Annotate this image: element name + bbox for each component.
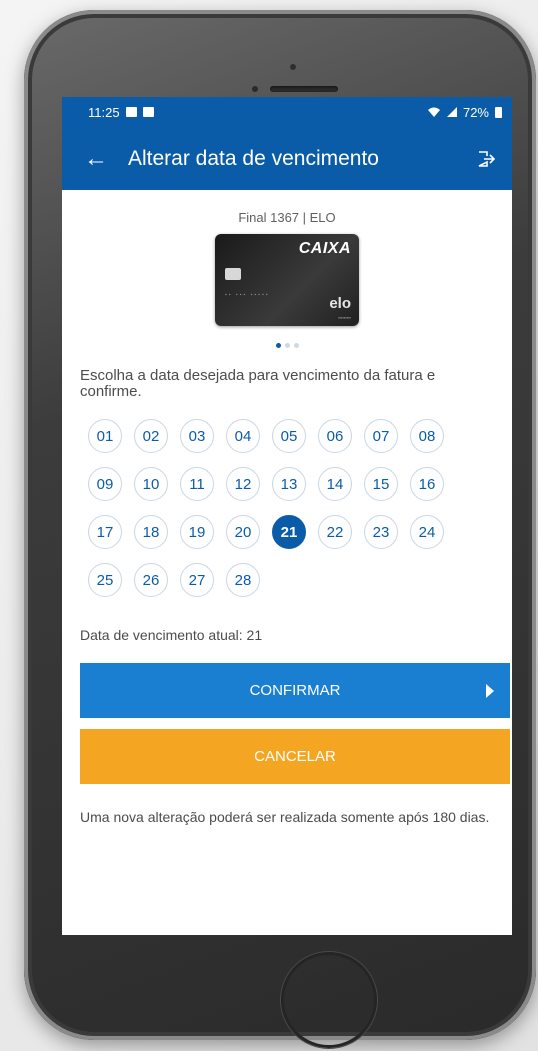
day-option-01[interactable]: 01 — [88, 419, 122, 453]
day-option-22[interactable]: 22 — [318, 515, 352, 549]
day-option-15[interactable]: 15 — [364, 467, 398, 501]
card-fine-print: ▪▪ ▪▪▪ ▪▪▪▪▪ — [225, 292, 270, 298]
day-option-04[interactable]: 04 — [226, 419, 260, 453]
signal-icon — [446, 107, 457, 117]
card-network-sub: ▪▪▪▪▪▪▪▪▪ — [338, 315, 351, 320]
page-title: Alterar data de vencimento — [128, 146, 379, 170]
day-option-21[interactable]: 21 — [272, 515, 306, 549]
chip-icon — [225, 268, 241, 280]
carousel-dots[interactable] — [62, 343, 512, 348]
day-option-11[interactable]: 11 — [180, 467, 214, 501]
logout-icon[interactable] — [476, 149, 496, 169]
battery-percent: 72% — [462, 104, 489, 120]
day-option-16[interactable]: 16 — [410, 467, 444, 501]
wifi-icon — [427, 107, 440, 117]
arrow-left-icon[interactable]: ← — [84, 145, 118, 173]
carousel-dot[interactable] — [293, 343, 299, 348]
day-option-14[interactable]: 14 — [318, 467, 352, 501]
day-option-10[interactable]: 10 — [134, 467, 168, 501]
change-note: Uma nova alteração poderá ser realizada … — [80, 809, 490, 825]
day-picker: 01 02 03 04 05 06 07 08 09 10 11 12 13 14 15 16 17 18 19 20… — [62, 419, 512, 597]
instruction-text: Escolha a data desejada para vencimento … — [80, 367, 436, 400]
current-due-date: Data de vencimento atual: 21 — [80, 627, 263, 643]
front-camera — [290, 64, 296, 70]
day-option-20[interactable]: 20 — [226, 515, 260, 549]
day-option-08[interactable]: 08 — [410, 419, 444, 453]
day-option-24[interactable]: 24 — [410, 515, 444, 549]
day-option-26[interactable]: 26 — [134, 563, 168, 597]
confirm-button-label: CONFIRMAR — [249, 682, 341, 699]
proximity-sensor — [252, 86, 258, 92]
cancel-button-label: CANCELAR — [254, 748, 336, 765]
app-bar: ← Alterar data de vencimento — [62, 127, 512, 190]
notification-icon — [125, 107, 137, 117]
day-option-12[interactable]: 12 — [226, 467, 260, 501]
carousel-dot[interactable] — [275, 343, 281, 348]
day-option-06[interactable]: 06 — [318, 419, 352, 453]
day-option-28[interactable]: 28 — [226, 563, 260, 597]
app-screen: 11:25 72% ← Alterar data de vencimento F… — [62, 97, 512, 935]
card-network-logo: elo — [329, 295, 351, 312]
notification-icon-2 — [142, 107, 154, 117]
day-option-13[interactable]: 13 — [272, 467, 306, 501]
cancel-button[interactable]: CANCELAR — [80, 729, 510, 784]
day-option-09[interactable]: 09 — [88, 467, 122, 501]
carousel-dot[interactable] — [284, 343, 290, 348]
credit-card-image[interactable]: CAIXA ▪▪ ▪▪▪ ▪▪▪▪▪ elo ▪▪▪▪▪▪▪▪▪ — [215, 234, 359, 326]
day-option-02[interactable]: 02 — [134, 419, 168, 453]
card-label: Final 1367 | ELO — [238, 210, 336, 225]
day-option-23[interactable]: 23 — [364, 515, 398, 549]
confirm-button[interactable]: CONFIRMAR — [80, 663, 510, 718]
day-option-17[interactable]: 17 — [88, 515, 122, 549]
earpiece-speaker — [270, 86, 338, 92]
day-option-05[interactable]: 05 — [272, 419, 306, 453]
home-button[interactable] — [281, 952, 377, 1048]
day-option-19[interactable]: 19 — [180, 515, 214, 549]
day-option-25[interactable]: 25 — [88, 563, 122, 597]
day-option-03[interactable]: 03 — [180, 419, 214, 453]
status-time: 11:25 — [88, 104, 120, 120]
day-option-27[interactable]: 27 — [180, 563, 214, 597]
battery-icon — [495, 106, 502, 118]
card-brand-logo: CAIXA — [298, 240, 351, 257]
day-option-18[interactable]: 18 — [134, 515, 168, 549]
status-bar: 11:25 72% — [62, 97, 512, 127]
day-option-07[interactable]: 07 — [364, 419, 398, 453]
play-arrow-icon — [486, 684, 494, 698]
